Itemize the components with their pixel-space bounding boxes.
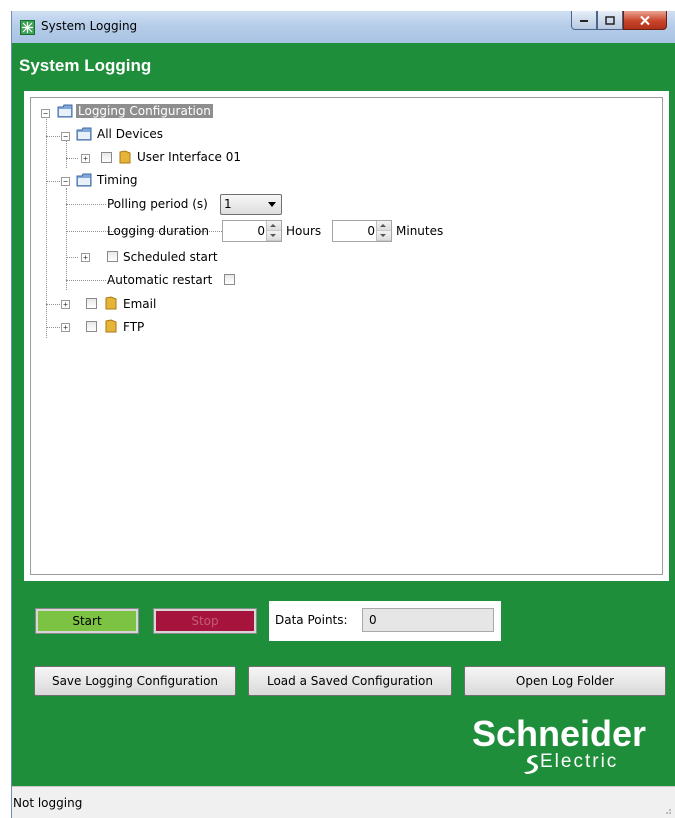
minutes-up-button[interactable] (377, 221, 391, 231)
automatic-restart-checkbox[interactable] (224, 274, 235, 285)
window-title: System Logging (41, 19, 138, 33)
tree-item-logging-configuration[interactable]: Logging Configuration (76, 104, 213, 118)
close-icon (640, 15, 650, 25)
minutes-label: Minutes (396, 224, 444, 238)
status-bar: Not logging (12, 786, 675, 818)
folder-icon (105, 296, 117, 310)
page-title: System Logging (19, 56, 152, 75)
minimize-icon (580, 20, 588, 22)
load-configuration-button[interactable]: Load a Saved Configuration (248, 666, 452, 696)
minimize-button[interactable] (571, 11, 597, 30)
polling-period-value: 1 (224, 197, 232, 211)
tree-item-scheduled-start[interactable]: Scheduled start (123, 250, 218, 264)
tree-item-ftp[interactable]: FTP (123, 320, 144, 334)
user-interface-checkbox[interactable] (101, 152, 112, 163)
hours-spinner[interactable]: 0 (222, 220, 282, 242)
window-controls (571, 11, 667, 32)
app-icon (20, 20, 35, 35)
folder-icon (57, 104, 73, 118)
data-points-label: Data Points: (275, 613, 348, 627)
minutes-down-button[interactable] (377, 231, 391, 241)
start-button[interactable]: Start (35, 608, 139, 634)
save-configuration-button[interactable]: Save Logging Configuration (34, 666, 236, 696)
hours-down-button[interactable] (267, 231, 281, 241)
collapse-root-toggle[interactable]: − (41, 109, 50, 118)
ftp-checkbox[interactable] (86, 321, 97, 332)
hours-label: Hours (286, 224, 322, 238)
tree-item-user-interface[interactable]: User Interface 01 (137, 150, 241, 164)
collapse-timing-toggle[interactable]: − (61, 177, 70, 186)
status-text: Not logging (13, 796, 83, 810)
expand-email-toggle[interactable]: + (61, 300, 70, 309)
tree-item-all-devices[interactable]: All Devices (97, 127, 163, 141)
brand-logo-icon (524, 755, 538, 774)
tree-item-timing[interactable]: Timing (97, 173, 138, 187)
minutes-value: 0 (367, 224, 375, 238)
chevron-down-icon (268, 202, 276, 207)
email-checkbox[interactable] (86, 298, 97, 309)
collapse-all-devices-toggle[interactable]: − (61, 132, 70, 141)
scheduled-start-checkbox[interactable] (107, 251, 118, 262)
hours-up-button[interactable] (267, 221, 281, 231)
folder-icon (119, 150, 131, 164)
minutes-spinner[interactable]: 0 (332, 220, 392, 242)
resize-grip-icon[interactable] (662, 805, 672, 815)
automatic-restart-label: Automatic restart (107, 273, 213, 287)
brand-logo-name: Schneider (472, 713, 647, 754)
folder-icon (105, 319, 117, 333)
expand-user-interface-toggle[interactable]: + (81, 154, 90, 163)
polling-period-label: Polling period (s) (107, 197, 208, 211)
brand-logo-subtitle: Electric (540, 751, 619, 772)
open-log-folder-button[interactable]: Open Log Folder (464, 666, 666, 696)
title-bar[interactable]: System Logging (12, 11, 675, 43)
configuration-tree[interactable]: − Logging Configuration − All Devices + … (30, 97, 663, 575)
maximize-icon (605, 15, 615, 25)
close-button[interactable] (623, 11, 667, 30)
maximize-button[interactable] (597, 11, 623, 30)
expand-ftp-toggle[interactable]: + (61, 323, 70, 332)
data-points-panel: Data Points: 0 (269, 601, 501, 641)
hours-value: 0 (257, 224, 265, 238)
data-points-field: 0 (362, 608, 494, 632)
expand-scheduled-start-toggle[interactable]: + (81, 253, 90, 262)
stop-button[interactable]: Stop (153, 608, 257, 634)
folder-icon (76, 127, 92, 141)
logging-duration-label: Logging duration (107, 224, 209, 238)
folder-icon (76, 173, 92, 187)
configuration-tree-panel: − Logging Configuration − All Devices + … (24, 91, 669, 581)
system-logging-window: System Logging System Logging − Logging … (11, 11, 675, 818)
tree-item-email[interactable]: Email (123, 297, 156, 311)
polling-period-select[interactable]: 1 (220, 194, 282, 215)
